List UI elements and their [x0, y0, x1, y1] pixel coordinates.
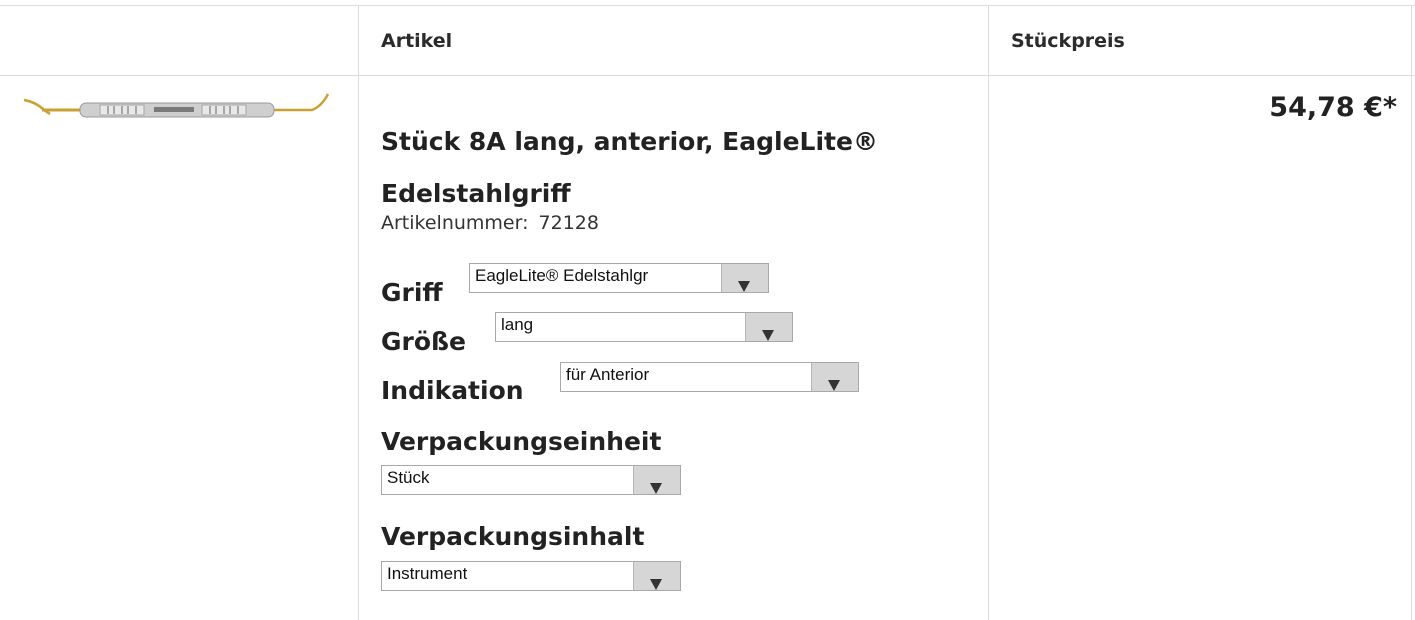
verpackungsinhalt-select-value: Instrument — [387, 564, 468, 583]
chevron-down-icon — [721, 264, 768, 292]
griff-label: Griff — [381, 278, 443, 307]
indikation-select[interactable]: für Anterior — [560, 362, 859, 392]
groesse-select[interactable]: lang — [495, 312, 793, 342]
table-top-border — [0, 5, 1415, 6]
chevron-down-icon — [811, 363, 858, 391]
chevron-down-icon — [745, 313, 792, 341]
column-divider-1 — [358, 5, 359, 620]
table-right-border — [1411, 5, 1412, 620]
groesse-label: Größe — [381, 327, 466, 356]
article-number-value: 72128 — [538, 212, 599, 234]
verpackungseinheit-label: Verpackungseinheit — [381, 427, 662, 456]
verpackungseinheit-select-value: Stück — [387, 468, 430, 487]
verpackungseinheit-select[interactable]: Stück — [381, 465, 681, 495]
article-number: Artikelnummer: 72128 — [381, 212, 599, 234]
indikation-select-value: für Anterior — [566, 365, 650, 384]
article-number-label: Artikelnummer: — [381, 212, 529, 234]
cart-table: Artikel Stückpreis Stück 8A lang, anteri… — [0, 0, 1415, 620]
column-header-article: Artikel — [381, 30, 453, 52]
product-image[interactable] — [22, 92, 332, 126]
unit-price: 54,78 €* — [1269, 92, 1397, 123]
chevron-down-icon — [633, 562, 680, 590]
indikation-label: Indikation — [381, 376, 524, 405]
chevron-down-icon — [633, 466, 680, 494]
header-bottom-border — [0, 75, 1415, 76]
griff-select-value: EagleLite® Edelstahlgr — [475, 266, 649, 285]
product-title[interactable]: Stück 8A lang, anterior, EagleLite® Edel… — [381, 116, 981, 220]
column-divider-2 — [988, 5, 989, 620]
groesse-select-value: lang — [501, 315, 534, 334]
verpackungsinhalt-label: Verpackungsinhalt — [381, 522, 645, 551]
griff-select[interactable]: EagleLite® Edelstahlgr — [469, 263, 769, 293]
column-header-unit-price: Stückpreis — [1011, 30, 1125, 52]
verpackungsinhalt-select[interactable]: Instrument — [381, 561, 681, 591]
